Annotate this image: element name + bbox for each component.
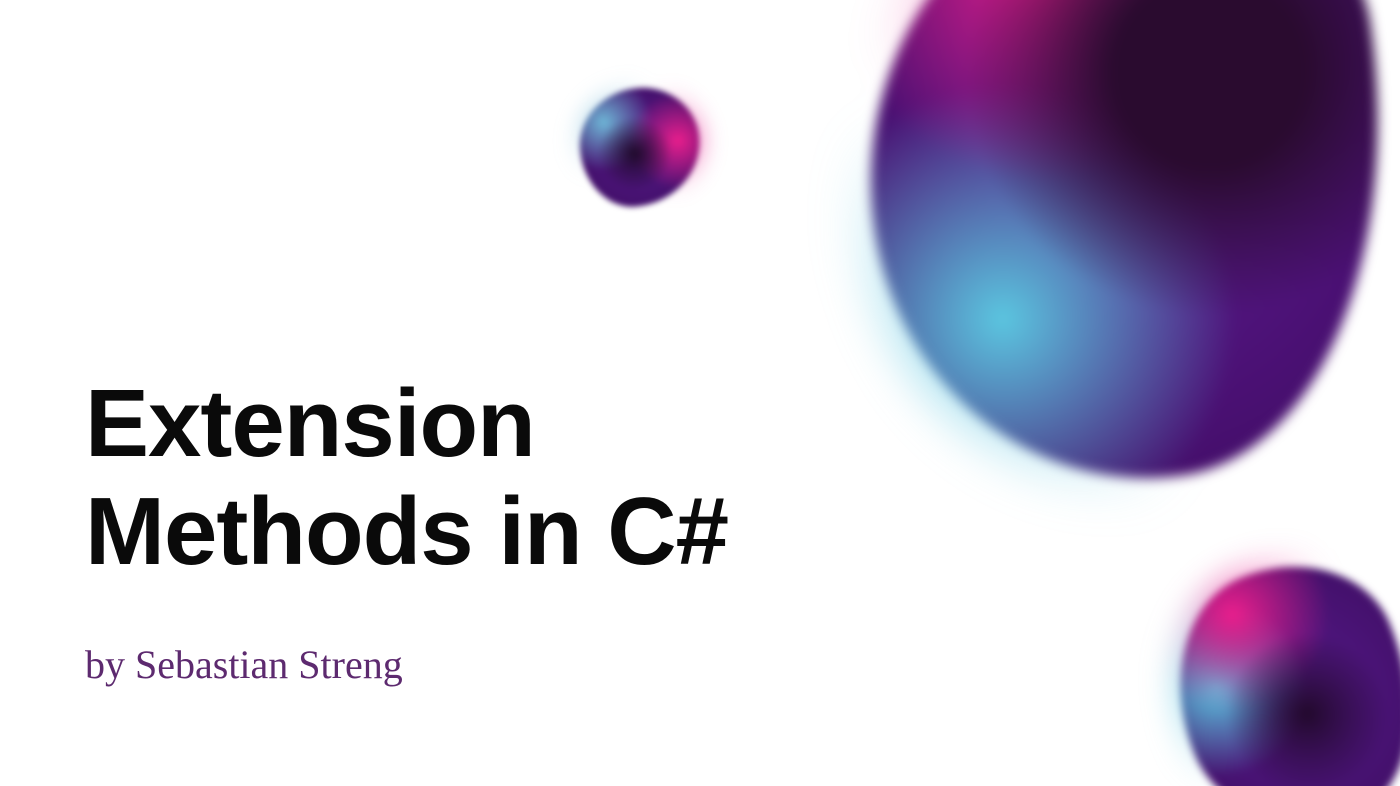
slide-title: Extension Methods in C# bbox=[85, 370, 728, 585]
title-line-1: Extension bbox=[85, 370, 535, 477]
decorative-blob-large bbox=[800, 0, 1400, 540]
slide-text-block: Extension Methods in C# by Sebastian Str… bbox=[85, 370, 728, 688]
decorative-blob-medium bbox=[1150, 546, 1400, 786]
decorative-blob-small bbox=[570, 80, 710, 220]
title-line-2: Methods in C# bbox=[85, 478, 728, 585]
slide-author: by Sebastian Streng bbox=[85, 641, 728, 688]
blob-core bbox=[831, 0, 1400, 513]
